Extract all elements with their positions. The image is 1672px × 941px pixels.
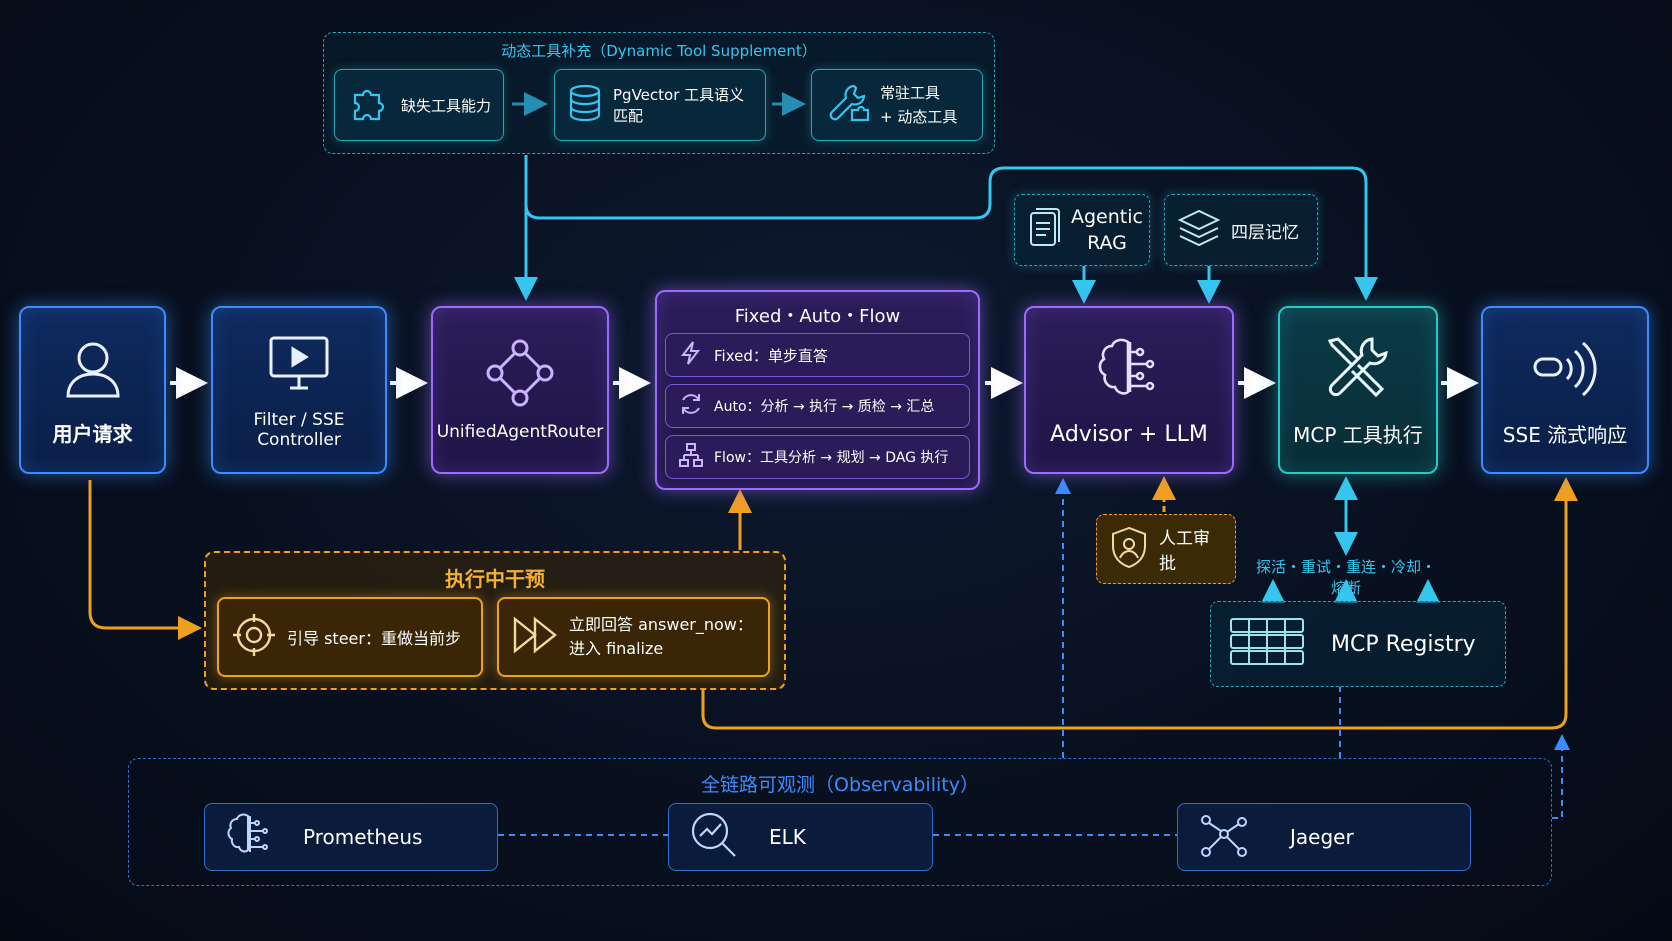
layers-icon [1177, 208, 1221, 252]
dynamic-tool-title: 动态工具补充（Dynamic Tool Supplement） [501, 42, 817, 60]
answer-now-label: 立即回答 answer_now： 进入 finalize [569, 613, 753, 661]
approval-box: 人工审批 [1096, 514, 1236, 584]
brain-icon [1092, 334, 1166, 412]
mode-flow-label: Flow：工具分析 → 规划 → DAG 执行 [714, 450, 949, 466]
document-icon [1027, 207, 1061, 253]
answer-now-line1: 立即回答 answer_now： [569, 615, 753, 634]
registry-label: MCP Registry [1331, 631, 1476, 657]
tools-icon [1322, 333, 1394, 409]
monitor-play-icon [266, 330, 332, 400]
target-icon [231, 612, 277, 662]
database-icon [567, 83, 603, 127]
mcp-exec-node: MCP 工具执行 [1278, 306, 1438, 474]
user-request-node: 用户请求 [19, 306, 166, 474]
steer-label: 引导 steer：重做当前步 [287, 629, 461, 648]
registry-box: MCP Registry [1210, 601, 1506, 687]
memory-box: 四层记忆 [1164, 194, 1318, 266]
modes-title: Fixed・Auto・Flow [734, 306, 901, 327]
prometheus-label: Prometheus [303, 825, 423, 849]
sse-label: SSE 流式响应 [1502, 422, 1628, 447]
tool-merge-line2: + 动态工具 [880, 108, 958, 126]
fast-forward-icon [511, 615, 559, 659]
tool-merge-step: 常驻工具 + 动态工具 [811, 69, 983, 141]
mode-auto-row: Auto：分析 → 执行 → 质检 → 汇总 [665, 384, 970, 428]
answer-now-option: 立即回答 answer_now： 进入 finalize [497, 597, 770, 677]
pgvector-label: PgVector 工具语义匹配 [613, 86, 745, 125]
elk-label: ELK [769, 825, 806, 849]
prometheus-brain-icon [225, 811, 273, 864]
filter-node: Filter / SSE Controller [211, 306, 387, 474]
steer-option: 引导 steer：重做当前步 [217, 597, 483, 677]
agentic-rag-box: Agentic RAG [1014, 194, 1150, 266]
network-icon [485, 338, 555, 412]
user-request-label: 用户请求 [52, 421, 133, 446]
intervention-title: 执行中干预 [445, 567, 545, 591]
mode-auto-label: Auto：分析 → 执行 → 质检 → 汇总 [714, 399, 935, 415]
lightning-icon [678, 340, 704, 370]
user-icon [58, 334, 128, 408]
observability-title: 全链路可观测（Observability） [701, 774, 979, 796]
pgvector-step: PgVector 工具语义匹配 [554, 69, 766, 141]
advisor-node: Advisor + LLM [1024, 306, 1234, 474]
advisor-label: Advisor + LLM [1050, 421, 1208, 447]
filter-label: Filter / SSE Controller [253, 410, 345, 450]
server-icon [1229, 616, 1305, 672]
jaeger-box: Jaeger [1177, 803, 1471, 871]
mode-fixed-row: Fixed：单步直答 [665, 333, 970, 377]
tool-merge-line1: 常驻工具 [880, 84, 941, 102]
mcp-exec-label: MCP 工具执行 [1293, 422, 1423, 447]
wrench-puzzle-icon [824, 80, 870, 130]
elk-box: ELK [668, 803, 933, 871]
refresh-icon [678, 391, 704, 421]
jaeger-label: Jaeger [1290, 825, 1354, 849]
sse-node: SSE 流式响应 [1481, 306, 1649, 474]
mode-fixed-label: Fixed：单步直答 [714, 346, 828, 365]
puzzle-icon [347, 81, 391, 129]
tool-merge-label: 常驻工具 + 动态工具 [880, 81, 957, 129]
signal-icon [1529, 333, 1601, 409]
router-label: UnifiedAgentRouter [436, 422, 604, 442]
agentic-rag-line2: RAG [1087, 232, 1127, 254]
search-chart-icon [689, 810, 739, 865]
missing-tool-label: 缺失工具能力 [401, 96, 492, 115]
registry-features: 探活・重试・重连・冷却・熔断 [1256, 558, 1437, 597]
graph-icon [1198, 812, 1250, 863]
shield-user-icon [1109, 525, 1149, 574]
approval-label: 人工审批 [1159, 529, 1210, 574]
agentic-rag-label: Agentic RAG [1071, 204, 1143, 256]
prometheus-box: Prometheus [204, 803, 498, 871]
memory-label: 四层记忆 [1231, 222, 1299, 243]
missing-tool-step: 缺失工具能力 [334, 69, 504, 141]
flowchart-icon [678, 442, 704, 472]
mode-flow-row: Flow：工具分析 → 规划 → DAG 执行 [665, 435, 970, 479]
agentic-rag-line1: Agentic [1071, 206, 1143, 228]
router-node: UnifiedAgentRouter [431, 306, 609, 474]
answer-now-line2: 进入 finalize [569, 639, 664, 658]
